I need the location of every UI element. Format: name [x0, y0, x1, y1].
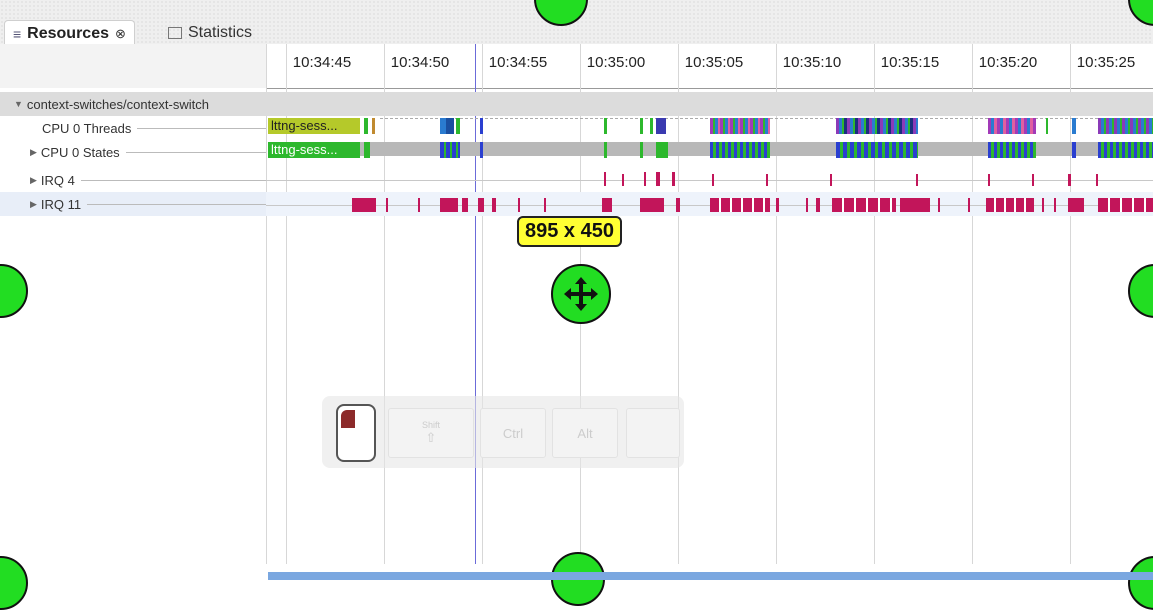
tree-row-cpu0-threads[interactable]: CPU 0 Threads — [0, 116, 266, 140]
tab-resources-label: Resources — [27, 25, 109, 42]
resources-icon: ≡ — [13, 26, 22, 42]
tree-row-label: CPU 0 Threads — [42, 120, 132, 136]
tree-row-irq11[interactable]: ▶ IRQ 11 — [0, 192, 266, 216]
mouse-icon — [336, 404, 376, 462]
shift-key-label: Shift — [421, 420, 440, 430]
tree-connector — [80, 179, 266, 181]
statistics-icon — [168, 27, 182, 39]
time-tick: 10:35:10 — [782, 54, 842, 71]
state-label-chip: lttng-sess... — [268, 142, 355, 158]
time-tick: 10:34:50 — [390, 54, 450, 71]
tree-connector — [125, 151, 266, 153]
chevron-right-icon[interactable]: ▶ — [30, 199, 37, 210]
ctrl-key: Ctrl — [480, 408, 546, 458]
resize-handle-bottom-left[interactable] — [0, 556, 28, 610]
shift-key: Shift ⇧ — [388, 408, 474, 458]
resize-handle-bottom-right[interactable] — [1128, 556, 1153, 610]
time-scale[interactable]: 10:34:45 10:34:50 10:34:55 10:35:00 10:3… — [266, 44, 1153, 89]
tree-root[interactable]: ▼ context-switches/context-switch — [0, 92, 266, 116]
time-tick: 10:34:45 — [292, 54, 352, 71]
time-cursor[interactable] — [475, 44, 476, 564]
horizontal-scrollbar[interactable] — [268, 572, 1153, 580]
tree-row-irq4[interactable]: ▶ IRQ 4 — [0, 168, 266, 192]
tree-row-label: IRQ 11 — [40, 196, 82, 212]
tab-statistics-label: Statistics — [188, 24, 253, 41]
extra-key — [626, 408, 680, 458]
move-handle-icon[interactable] — [551, 264, 611, 324]
size-badge: 895 x 450 — [517, 216, 622, 247]
tree-header — [0, 44, 266, 88]
time-tick: 10:35:00 — [586, 54, 646, 71]
tree-row-label: IRQ 4 — [40, 172, 75, 188]
time-tick: 10:35:20 — [978, 54, 1038, 71]
alt-key: Alt — [552, 408, 618, 458]
tab-resources[interactable]: ≡ Resources ⊗ — [4, 20, 135, 47]
resize-handle-right[interactable] — [1128, 264, 1153, 318]
time-tick: 10:34:55 — [488, 54, 548, 71]
chevron-right-icon[interactable]: ▶ — [30, 147, 37, 158]
tree-row-cpu0-states[interactable]: ▶ CPU 0 States — [0, 140, 266, 164]
chevron-right-icon[interactable]: ▶ — [30, 175, 37, 186]
tree-connector — [137, 127, 266, 129]
chevron-down-icon[interactable]: ▼ — [14, 99, 23, 109]
tab-statistics[interactable]: Statistics — [160, 20, 260, 46]
tree-root-label: context-switches/context-switch — [26, 96, 209, 112]
tree-root-band — [266, 92, 1153, 116]
tree-connector — [87, 203, 266, 205]
time-tick: 10:35:25 — [1076, 54, 1136, 71]
thread-label-chip: lttng-sess... — [268, 118, 355, 134]
time-tick: 10:35:15 — [880, 54, 940, 71]
tree-panel: ▼ context-switches/context-switch CPU 0 … — [0, 44, 266, 564]
time-tick: 10:35:05 — [684, 54, 744, 71]
tree-row-label: CPU 0 States — [40, 144, 120, 160]
shift-arrow-icon: ⇧ — [425, 430, 437, 445]
key-overlay: Shift ⇧ Ctrl Alt — [322, 396, 684, 468]
close-icon[interactable]: ⊗ — [115, 26, 126, 42]
